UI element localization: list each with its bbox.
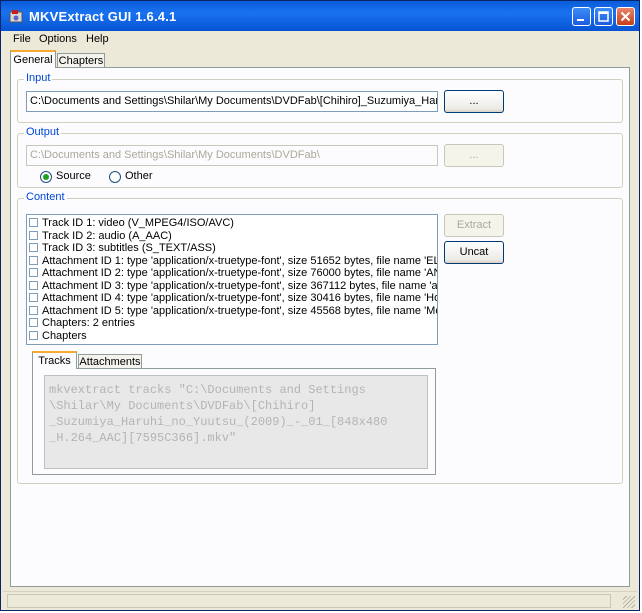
app-icon (9, 10, 23, 23)
checkbox[interactable] (29, 218, 38, 227)
input-group: Input C:\Documents and Settings\Shilar\M… (17, 72, 623, 123)
tracks-listbox[interactable]: Track ID 1: video (V_MPEG4/ISO/AVC) Trac… (26, 214, 438, 345)
command-preview: mkvextract tracks "C:\Documents and Sett… (44, 375, 428, 469)
checkbox[interactable] (29, 255, 38, 265)
list-item[interactable]: Attachment ID 4: type 'application/x-tru… (29, 292, 437, 304)
radio-other-label: Other (125, 170, 153, 182)
minimize-icon (577, 19, 584, 21)
menu-options[interactable]: Options (39, 33, 77, 45)
radio-source-label: Source (56, 170, 91, 182)
resize-grip-icon[interactable] (623, 596, 635, 608)
input-group-label: Input (24, 72, 53, 84)
status-panel (7, 594, 611, 608)
list-item[interactable]: Attachment ID 5: type 'application/x-tru… (29, 305, 437, 317)
input-browse-button[interactable]: ... (444, 90, 504, 113)
tab-tracks[interactable]: Tracks (32, 351, 77, 369)
checkbox[interactable] (29, 305, 38, 315)
checkbox[interactable] (29, 243, 38, 252)
close-icon (620, 11, 631, 22)
minimize-button[interactable] (572, 7, 591, 26)
tab-attachments[interactable]: Attachments (78, 354, 142, 369)
list-item[interactable]: Attachment ID 2: type 'application/x-tru… (29, 267, 437, 279)
list-item[interactable]: Track ID 1: video (V_MPEG4/ISO/AVC) (29, 217, 234, 229)
maximize-icon (598, 11, 609, 22)
app-window: MKVExtract GUI 1.6.4.1 File Options Help… (0, 0, 640, 611)
uncat-button[interactable]: Uncat (444, 241, 504, 264)
title-bar[interactable]: MKVExtract GUI 1.6.4.1 (1, 1, 639, 31)
list-item[interactable]: Track ID 2: audio (A_AAC) (29, 230, 172, 242)
list-item[interactable]: Chapters: 2 entries (29, 317, 135, 329)
list-item[interactable]: Attachment ID 3: type 'application/x-tru… (29, 280, 437, 292)
general-tab-panel: Input C:\Documents and Settings\Shilar\M… (10, 67, 630, 587)
tab-general[interactable]: General (10, 50, 56, 68)
list-item[interactable]: Track ID 3: subtitles (S_TEXT/ASS) (29, 242, 216, 254)
list-item[interactable]: Chapters (29, 330, 87, 342)
window-title: MKVExtract GUI 1.6.4.1 (29, 9, 177, 24)
checkbox[interactable] (29, 318, 38, 327)
maximize-button[interactable] (594, 7, 613, 26)
checkbox[interactable] (29, 280, 38, 290)
input-path-field[interactable]: C:\Documents and Settings\Shilar\My Docu… (26, 91, 438, 112)
output-group: Output C:\Documents and Settings\Shilar\… (17, 126, 623, 188)
checkbox[interactable] (29, 268, 38, 277)
checkbox[interactable] (29, 230, 38, 240)
radio-source-circle[interactable] (40, 171, 52, 183)
menu-file[interactable]: File (13, 33, 31, 45)
menu-help[interactable]: Help (86, 33, 109, 45)
output-browse-button[interactable]: ... (444, 144, 504, 167)
menu-bar: File Options Help (3, 31, 637, 48)
content-group: Content Track ID 1: video (V_MPEG4/ISO/A… (17, 191, 623, 484)
content-group-label: Content (24, 191, 67, 203)
output-path-field[interactable]: C:\Documents and Settings\Shilar\My Docu… (26, 145, 438, 166)
checkbox[interactable] (29, 293, 38, 302)
tracks-tab-panel: mkvextract tracks "C:\Documents and Sett… (32, 368, 436, 475)
radio-other-circle[interactable] (109, 171, 121, 183)
checkbox[interactable] (29, 330, 38, 340)
list-item[interactable]: Attachment ID 1: type 'application/x-tru… (29, 255, 437, 267)
radio-other[interactable]: Other (109, 170, 199, 183)
close-button[interactable] (616, 7, 635, 26)
output-group-label: Output (24, 126, 62, 138)
status-bar (3, 591, 637, 610)
extract-button[interactable]: Extract (444, 214, 504, 237)
